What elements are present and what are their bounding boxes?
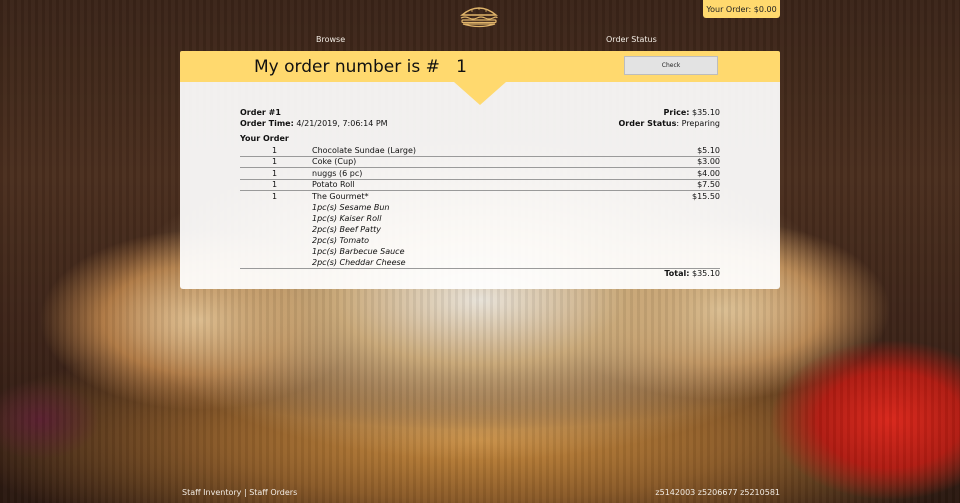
nav-browse[interactable]: Browse [316, 35, 345, 44]
status-label: Order Status [618, 119, 677, 128]
item-name: Chocolate Sundae (Large) [312, 146, 416, 155]
item-qty: 1 [272, 192, 278, 201]
check-button[interactable]: Check [624, 56, 718, 75]
order-number-value[interactable]: 1 [456, 57, 467, 77]
item-name: Coke (Cup) [312, 157, 357, 166]
total-label: Total: [664, 269, 690, 278]
status-value: : Preparing [676, 119, 720, 128]
price-label: Price: [663, 108, 690, 117]
order-id: Order #1 [240, 108, 281, 117]
banner-notch [454, 82, 506, 105]
order-time-label: Order Time: [240, 119, 294, 128]
row-divider [240, 190, 720, 191]
item-price: $15.50 [692, 192, 720, 201]
item-name: Potato Roll [312, 180, 355, 189]
order-total: Total: $35.10 [560, 269, 720, 279]
order-time: Order Time: 4/21/2019, 7:06:14 PM [240, 119, 388, 129]
title-prefix: My order number is # [254, 57, 440, 77]
item-qty: 1 [272, 180, 278, 189]
price-value: $35.10 [692, 108, 720, 117]
order-lookup-title: My order number is # 1 [254, 57, 467, 77]
staff-inventory-link[interactable]: Staff Inventory [182, 488, 241, 497]
staff-orders-link[interactable]: Staff Orders [249, 488, 297, 497]
student-ids: z5142003 z5206677 z5210581 [655, 488, 780, 497]
order-price: Price: $35.10 [560, 108, 720, 118]
item-price: $7.50 [697, 180, 720, 189]
item-price: $3.00 [697, 157, 720, 166]
total-value: $35.10 [692, 269, 720, 278]
component-item: 2pc(s) Tomato [312, 236, 370, 245]
component-item: 1pc(s) Barbecue Sauce [312, 247, 405, 256]
component-item: 1pc(s) Sesame Bun [312, 203, 390, 212]
footer-separator: | [243, 488, 247, 497]
item-qty: 1 [272, 157, 278, 166]
nav-order-status[interactable]: Order Status [606, 35, 657, 44]
item-qty: 1 [272, 169, 278, 178]
order-time-value: 4/21/2019, 7:06:14 PM [296, 119, 388, 128]
item-qty: 1 [272, 146, 278, 155]
staff-links: Staff Inventory | Staff Orders [182, 488, 297, 497]
component-item: 2pc(s) Beef Patty [312, 225, 381, 234]
row-divider [240, 167, 720, 168]
order-total-button[interactable]: Your Order: $0.00 [703, 0, 780, 18]
item-price: $4.00 [697, 169, 720, 178]
component-item: 2pc(s) Cheddar Cheese [312, 258, 406, 267]
burger-icon[interactable] [459, 4, 499, 28]
item-price: $5.10 [697, 146, 720, 155]
order-status: Order Status: Preparing [560, 119, 720, 129]
component-item: 1pc(s) Kaiser Roll [312, 214, 382, 223]
item-name: nuggs (6 pc) [312, 169, 363, 178]
your-order-heading: Your Order [240, 134, 289, 143]
item-name: The Gourmet* [312, 192, 369, 201]
